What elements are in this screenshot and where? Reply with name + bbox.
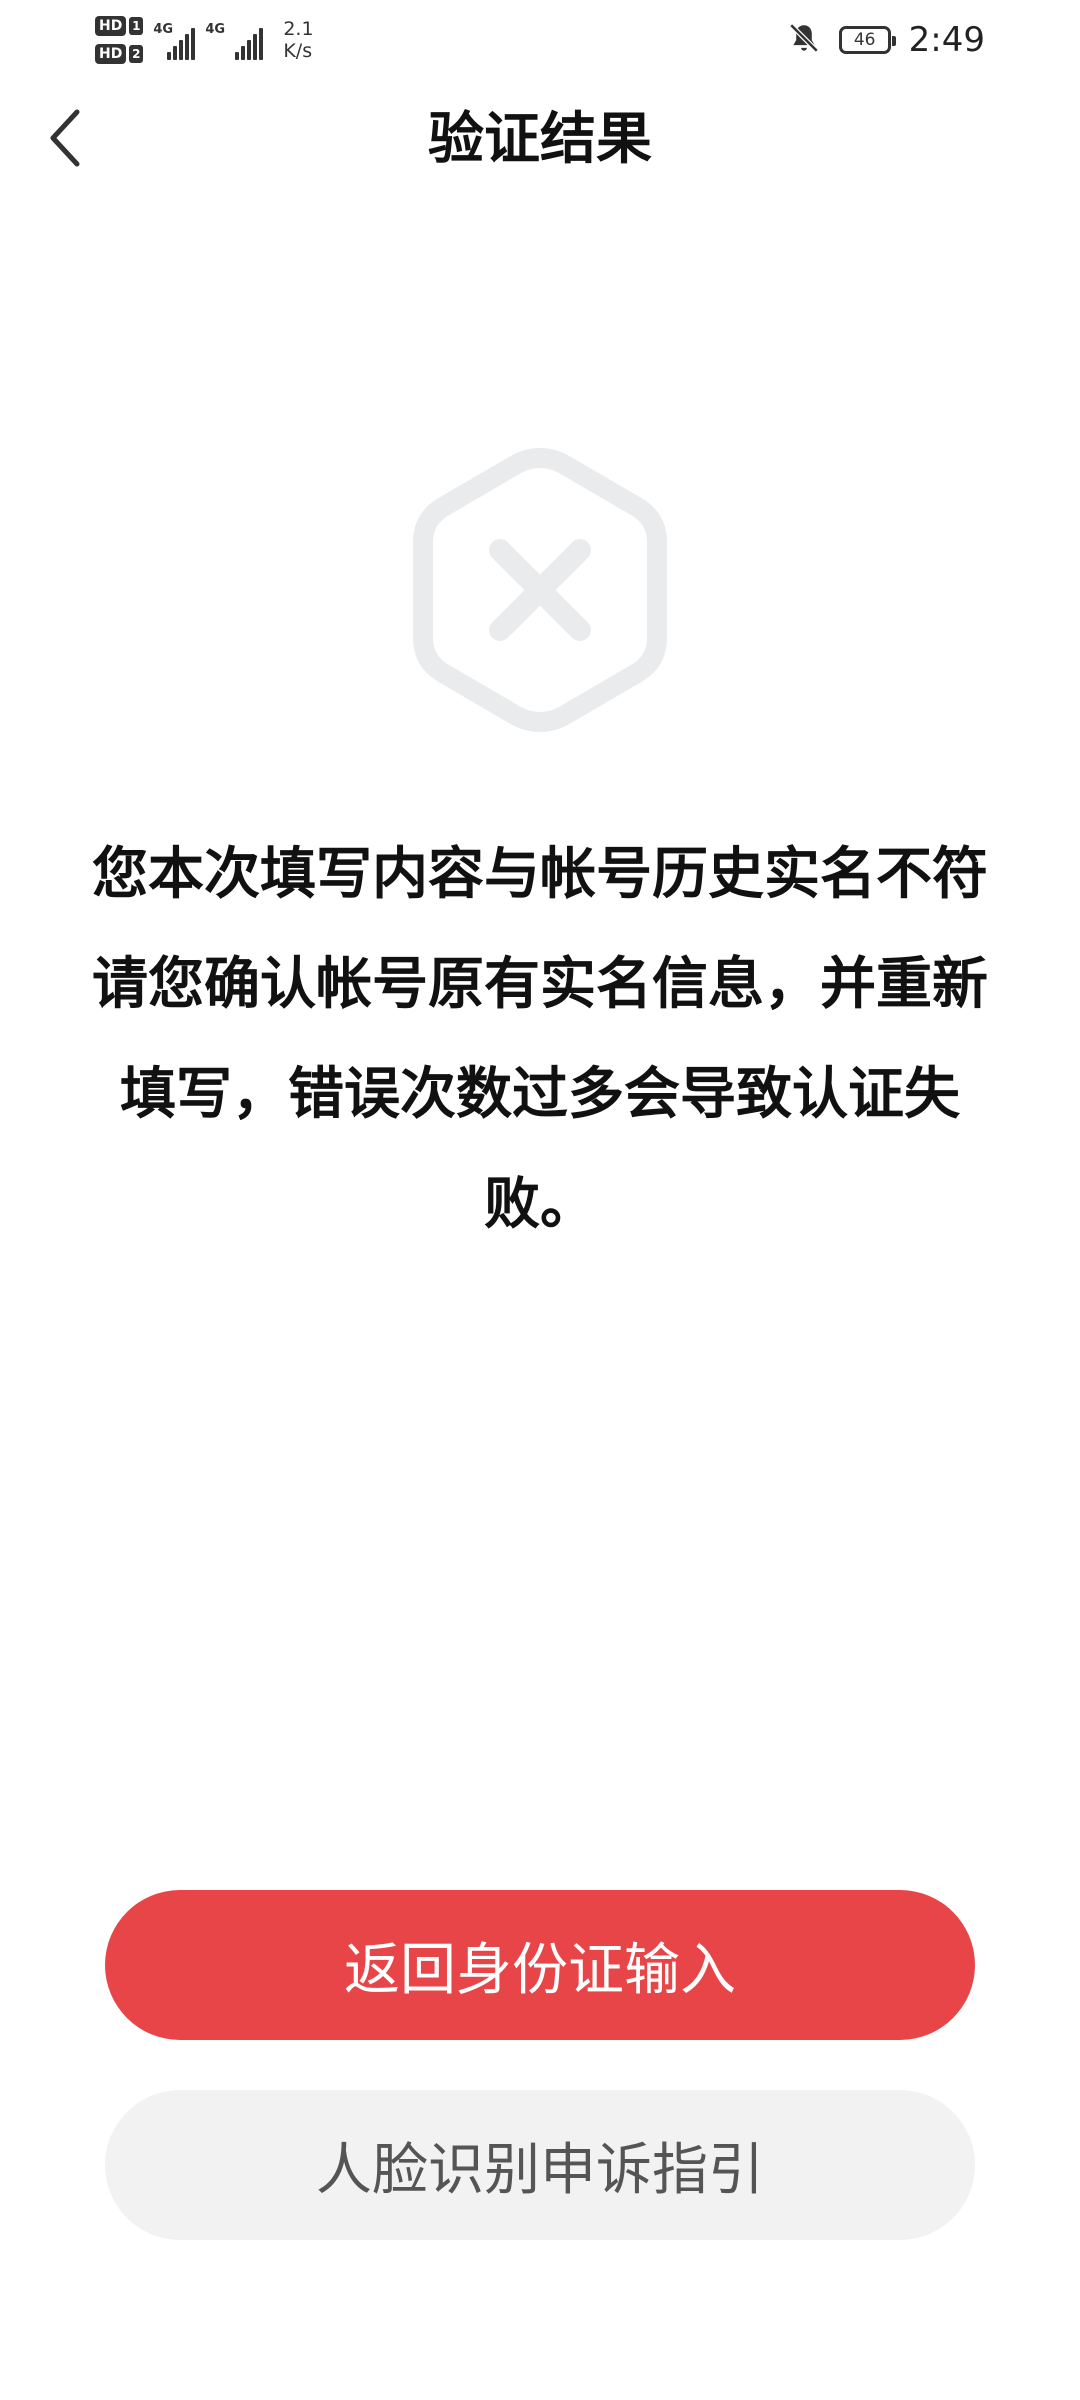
network-speed: 2.1 K/s (283, 18, 313, 62)
face-recognition-appeal-guide-button[interactable]: 人脸识别申诉指引 (105, 2090, 975, 2240)
return-to-id-input-label: 返回身份证输入 (344, 1937, 736, 2003)
status-time: 2:49 (908, 20, 985, 60)
sim1-hd-label: HD (95, 16, 127, 36)
speed-value: 2.1 (283, 18, 314, 40)
hexagon-x-error-icon (405, 440, 675, 740)
sim2-hd-label: HD (95, 44, 127, 64)
sim2-badge: HD 2 (95, 44, 144, 64)
sim2-number: 2 (129, 45, 144, 63)
sim1-badge: HD 1 (95, 16, 144, 36)
silent-bell-icon (787, 21, 821, 59)
signal-icon: 4G (153, 20, 196, 60)
face-recognition-appeal-guide-label: 人脸识别申诉指引 (316, 2137, 764, 2203)
battery-icon: 46 (838, 26, 896, 54)
speed-unit: K/s (283, 40, 313, 62)
sim-indicators: HD 1 HD 2 (95, 16, 144, 64)
signal-icon: 4G (205, 20, 264, 60)
header-bar: 验证结果 (0, 80, 1080, 200)
page-title: 验证结果 (428, 107, 652, 172)
status-right: 46 2:49 (787, 18, 985, 62)
status-left: HD 1 HD 2 4G 4G 2.1 K/s (95, 8, 314, 72)
status-bar: HD 1 HD 2 4G 4G 2.1 K/s 46 2:49 (0, 0, 1080, 80)
battery-level: 46 (853, 29, 876, 50)
return-to-id-input-button[interactable]: 返回身份证输入 (105, 1890, 975, 2040)
error-message: 您本次填写内容与帐号历史实名不符请您确认帐号原有实名信息，并重新填写，错误次数过… (92, 842, 988, 1237)
network2-label: 4G (205, 22, 226, 37)
network1-label: 4G (153, 22, 174, 37)
sim1-number: 1 (129, 17, 144, 35)
